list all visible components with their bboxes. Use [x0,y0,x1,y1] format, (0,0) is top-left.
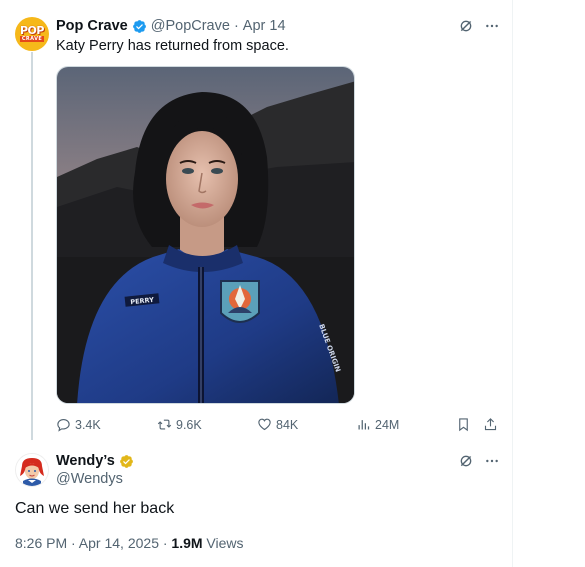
tweet-header: Pop Crave @PopCrave · Apr 14 [56,18,286,34]
tweet-text: Katy Perry has returned from space. [56,38,289,54]
views-icon [358,420,370,430]
avatar-logo-top: POP [20,24,44,37]
user-handle[interactable]: @Wendys [56,471,123,487]
popcrave-avatar[interactable]: POP CRAVE [15,17,49,51]
thread-connector-line [31,52,33,440]
views-count: 24M [375,417,400,432]
tweet-action-bar: 3.4K 9.6K 84K 24M [56,417,501,435]
verified-badge-icon [132,19,146,33]
bookmark-icon [459,418,468,432]
tweet-date[interactable]: Apr 14 [243,18,286,34]
reply-count: 3.4K [75,417,101,432]
user-handle[interactable]: @PopCrave [151,18,230,34]
heart-icon [258,418,271,431]
reply-text: Can we send her back [15,500,175,517]
reply-views-label: Views [202,535,244,551]
verified-badge-icon [119,454,133,468]
grok-icon[interactable] [458,18,474,34]
repost-action[interactable]: 9.6K [157,417,202,432]
repost-count: 9.6K [176,417,202,432]
repost-icon [157,419,172,430]
reply-header: Wendy’s [56,453,138,469]
separator-dot: · [233,18,239,34]
share-action[interactable] [483,417,498,432]
display-name[interactable]: Pop Crave [56,18,128,34]
reply-top-actions [458,453,500,469]
reply-action[interactable]: 3.4K [56,417,101,432]
like-count: 84K [276,417,299,432]
more-icon[interactable] [484,453,500,469]
reply-icon [57,418,70,432]
display-name[interactable]: Wendy’s [56,453,115,469]
views-action[interactable]: 24M [356,417,399,432]
reply-timestamp[interactable]: 8:26 PM · Apr 14, 2025 · [15,535,171,551]
reply-views-count: 1.9M [171,535,203,551]
reply-meta: 8:26 PM · Apr 14, 2025 · 1.9M Views [15,535,244,551]
tweet-top-actions [458,18,500,34]
grok-icon[interactable] [458,453,474,469]
wendys-logo-icon [16,454,48,486]
share-icon [484,418,497,431]
tweet-media-photo[interactable]: PERRY BLUE ORIGIN [56,66,355,404]
bookmark-action[interactable] [456,417,471,432]
like-action[interactable]: 84K [257,417,298,432]
timeline-border [512,0,513,567]
avatar-logo-bottom: CRAVE [19,36,45,42]
more-icon[interactable] [484,18,500,34]
wendys-avatar[interactable] [15,453,49,487]
